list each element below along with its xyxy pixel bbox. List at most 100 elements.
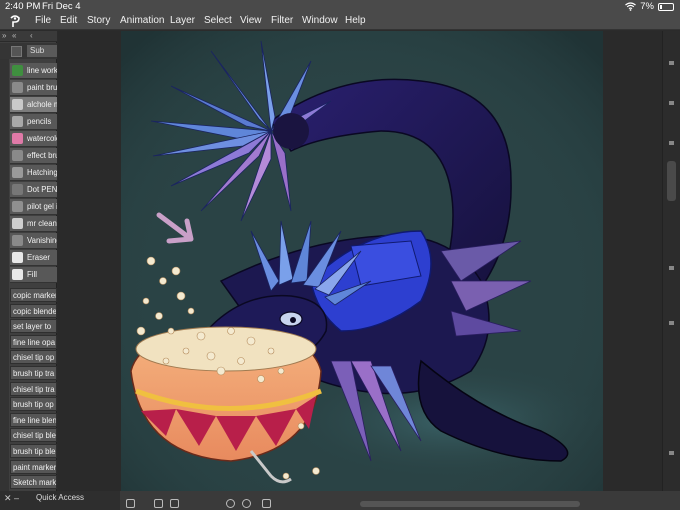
brush-item[interactable]: Vanishing xyxy=(10,233,57,249)
horizontal-scrollbar[interactable] xyxy=(360,501,580,507)
minimize-icon[interactable]: – xyxy=(14,493,19,503)
menu-edit[interactable]: Edit xyxy=(60,15,77,26)
brush-item[interactable]: Dot PEN xyxy=(10,182,57,198)
menu-layer[interactable]: Layer xyxy=(170,15,195,26)
tool-icon[interactable] xyxy=(154,499,163,508)
sub-tool-icon[interactable] xyxy=(11,46,22,57)
menu-help[interactable]: Help xyxy=(345,15,366,26)
quick-action-item[interactable]: fine line opa xyxy=(10,334,57,349)
brush-label: Fill xyxy=(27,270,37,279)
quick-action-label: set layer to xyxy=(13,322,52,332)
quick-action-label: brush tip op xyxy=(13,400,54,410)
quick-action-label: chisel tip op xyxy=(13,353,55,363)
fill-bucket-icon xyxy=(12,269,23,280)
quick-action-item[interactable]: fine line blen xyxy=(10,412,57,427)
quick-action-item[interactable]: set layer to xyxy=(10,319,57,334)
brush-item[interactable]: line work xyxy=(10,63,57,79)
watercolor-icon xyxy=(12,133,23,144)
panel-header: » « ‹ xyxy=(0,31,57,42)
dot-pen-icon xyxy=(12,184,23,195)
brush-item[interactable]: mr clean xyxy=(10,216,57,232)
paint-brush-icon xyxy=(12,82,23,93)
battery-icon xyxy=(658,2,674,11)
brush-item[interactable]: pilot gel i xyxy=(10,199,57,215)
quick-action-label: Sketch mark xyxy=(13,478,57,488)
brush-item[interactable]: Hatching xyxy=(10,165,57,181)
quick-action-item[interactable]: paint marker xyxy=(10,459,57,474)
quick-action-item[interactable]: Sketch mark xyxy=(10,475,57,490)
brush-item[interactable]: Fill xyxy=(10,267,57,283)
menu-file[interactable]: File xyxy=(35,15,51,26)
menu-view[interactable]: View xyxy=(240,15,262,26)
panel-tick xyxy=(669,141,674,145)
pen-line-icon xyxy=(12,65,23,76)
status-right: 7% xyxy=(625,1,674,12)
quick-action-label: brush tip ble xyxy=(13,447,56,456)
pencil-icon xyxy=(12,116,23,127)
brush-label: Vanishing xyxy=(27,236,57,245)
brush-label: Eraser xyxy=(27,253,50,262)
eraser-icon xyxy=(12,252,23,263)
marker-icon xyxy=(12,99,23,110)
ios-status-bar: 2:40 PM Fri Dec 4 7% xyxy=(0,0,680,13)
undo-icon[interactable] xyxy=(226,499,235,508)
menu-story[interactable]: Story xyxy=(87,15,110,26)
quick-action-item[interactable]: copic blender xyxy=(10,303,57,318)
menu-filter[interactable]: Filter xyxy=(271,15,293,26)
tool-icon[interactable] xyxy=(126,499,135,508)
clip-studio-logo-icon[interactable] xyxy=(8,14,22,28)
hatching-icon xyxy=(12,167,23,178)
quick-action-label: copic marker xyxy=(13,291,57,300)
brush-label: paint brush xyxy=(27,83,57,92)
brush-label: Hatching xyxy=(27,168,57,177)
brush-item[interactable]: watercolor xyxy=(10,131,57,147)
panel-tick xyxy=(669,266,674,270)
sub-tool-tab[interactable]: Sub xyxy=(27,45,57,57)
quick-action-item[interactable]: chisel tip tra xyxy=(10,381,57,396)
chevron-left-icon[interactable]: ‹ xyxy=(30,31,33,40)
quick-action-item[interactable]: brush tip tra xyxy=(10,366,57,380)
vertical-scrollbar[interactable] xyxy=(667,161,676,201)
canvas-workspace xyxy=(58,31,662,503)
quick-action-label: brush tip tra xyxy=(13,369,55,378)
quick-action-item[interactable]: chisel tip ble xyxy=(10,428,57,443)
quick-access-title[interactable]: Quick Access xyxy=(36,493,84,502)
brush-label: watercolor xyxy=(27,134,57,143)
brush-label: line work xyxy=(27,66,57,75)
gel-pen-icon xyxy=(12,201,23,212)
quick-action-label: copic blender xyxy=(13,306,57,316)
brush-label: mr clean xyxy=(27,219,57,228)
redo-icon[interactable] xyxy=(242,499,251,508)
quick-action-label: paint marker xyxy=(13,462,57,472)
close-icon[interactable]: ✕ xyxy=(4,493,12,504)
quick-action-item[interactable]: copic marker xyxy=(10,288,57,302)
brush-item[interactable]: paint brush xyxy=(10,80,57,96)
quick-action-item[interactable]: brush tip op xyxy=(10,397,57,412)
status-time: 2:40 PM xyxy=(5,1,41,12)
artwork-illustration xyxy=(121,31,603,503)
artwork-canvas[interactable] xyxy=(121,31,603,503)
brush-item[interactable]: effect bru xyxy=(10,148,57,164)
effect-brush-icon xyxy=(12,150,23,161)
panel-tick xyxy=(669,101,674,105)
brush-label: Dot PEN xyxy=(27,185,57,194)
brush-item[interactable]: Eraser xyxy=(10,250,57,266)
menu-animation[interactable]: Animation xyxy=(120,15,164,26)
double-chevron-left-icon[interactable]: « xyxy=(12,31,16,40)
quick-action-item[interactable]: chisel tip op xyxy=(10,350,57,365)
panel-tick xyxy=(669,321,674,325)
menu-window[interactable]: Window xyxy=(302,15,338,26)
quick-action-item[interactable]: brush tip ble xyxy=(10,444,57,458)
brush-item[interactable]: alchole m xyxy=(10,97,57,113)
menu-select[interactable]: Select xyxy=(204,15,232,26)
brush-item[interactable]: pencils xyxy=(10,114,57,130)
panel-side-tabs xyxy=(0,59,9,491)
vanishing-icon xyxy=(12,235,23,246)
sub-tool-panel: » « ‹ Sub line work paint brush alchole m p… xyxy=(0,31,57,491)
quick-action-label: fine line blen xyxy=(13,415,57,425)
tool-icon[interactable] xyxy=(170,499,179,508)
collapse-left-icon[interactable]: » xyxy=(2,31,6,40)
right-panel-strip xyxy=(662,31,680,491)
tool-icon[interactable] xyxy=(262,499,271,508)
brush-label: pencils xyxy=(27,117,52,126)
